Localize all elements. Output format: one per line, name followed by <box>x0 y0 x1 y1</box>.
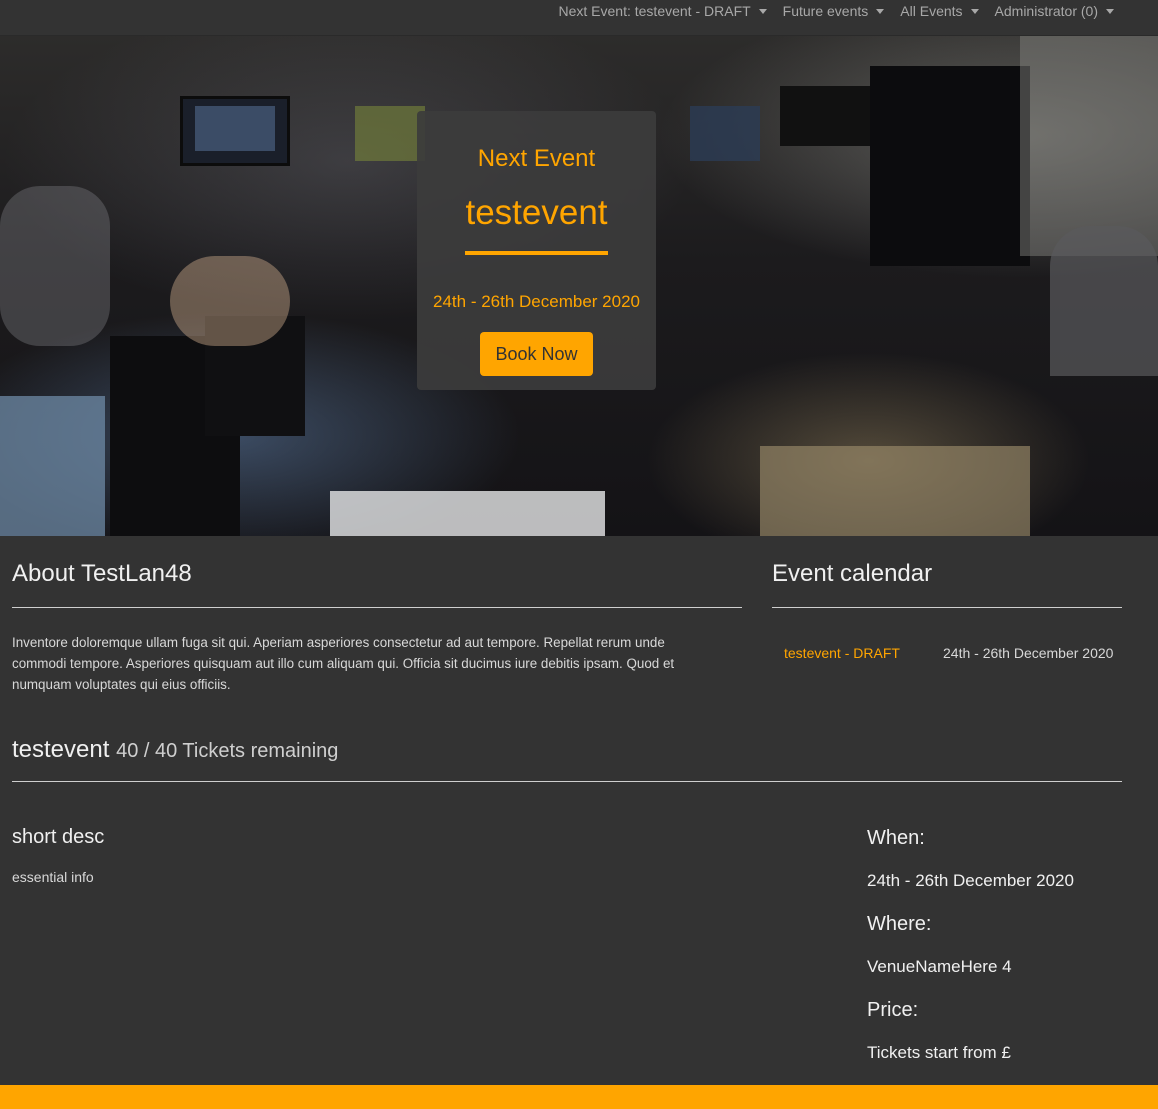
tickets-remaining: 40 / 40 Tickets remaining <box>116 740 339 762</box>
short-desc-text: essential info <box>12 869 94 885</box>
caret-down-icon <box>1106 8 1114 14</box>
calendar-divider <box>772 607 1122 608</box>
next-event-card: Next Event testevent 24th - 26th Decembe… <box>417 111 656 390</box>
when-label: When: <box>867 827 925 849</box>
nav-all-events-label: All Events <box>900 3 963 19</box>
caret-down-icon <box>876 8 885 14</box>
nav-future-events-dropdown[interactable]: Future events <box>783 3 885 19</box>
event-name: testevent <box>12 736 110 763</box>
caret-down-icon <box>758 8 767 14</box>
nav-all-events-dropdown[interactable]: All Events <box>900 3 979 19</box>
price-label: Price: <box>867 999 919 1021</box>
caret-down-icon <box>970 8 979 14</box>
nav-menu: Next Event: testevent - DRAFT Future eve… <box>559 0 1114 22</box>
hero-banner: Next Event testevent 24th - 26th Decembe… <box>0 36 1158 536</box>
price-value: Tickets start from £ <box>867 1043 1011 1062</box>
nav-next-event-dropdown[interactable]: Next Event: testevent - DRAFT <box>559 3 767 19</box>
top-navbar: Next Event: testevent - DRAFT Future eve… <box>0 0 1158 36</box>
about-text: Inventore doloremque ullam fuga sit qui.… <box>12 635 675 692</box>
short-desc-title: short desc <box>12 826 105 848</box>
nav-user-dropdown[interactable]: Administrator (0) <box>995 3 1114 19</box>
event-divider <box>12 781 1122 782</box>
next-event-underline <box>465 251 608 255</box>
nav-next-event-label: Next Event: testevent - DRAFT <box>558 3 751 19</box>
calendar-event-dates: 24th - 26th December 2020 <box>943 645 1114 661</box>
book-now-button[interactable]: Book Now <box>480 332 593 376</box>
nav-user-label: Administrator (0) <box>994 3 1098 19</box>
calendar-event-link[interactable]: testevent - DRAFT <box>784 645 900 661</box>
next-event-dates: 24th - 26th December 2020 <box>433 292 640 311</box>
calendar-title: Event calendar <box>772 560 933 587</box>
where-label: Where: <box>867 913 932 935</box>
next-event-name: testevent <box>465 193 608 232</box>
where-value: VenueNameHere 4 <box>867 957 1012 976</box>
nav-future-events-label: Future events <box>782 3 869 19</box>
footer-bar <box>0 1085 1158 1109</box>
about-title: About TestLan48 <box>12 560 192 587</box>
next-event-label: Next Event <box>477 145 596 172</box>
event-heading: testevent 40 / 40 Tickets remaining <box>12 736 338 764</box>
about-divider <box>12 607 742 608</box>
when-value: 24th - 26th December 2020 <box>867 871 1074 890</box>
